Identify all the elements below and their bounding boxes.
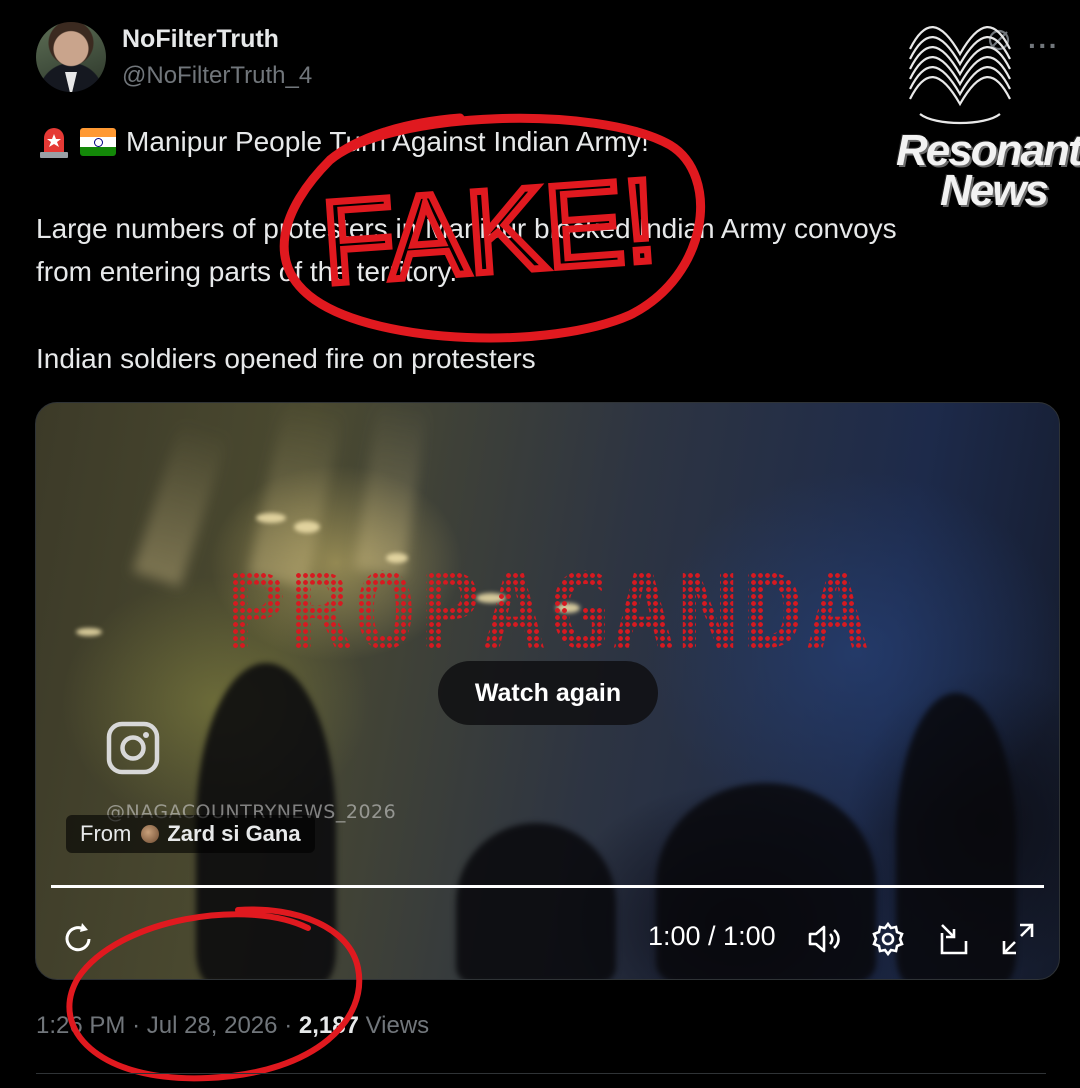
logo-word-news: News	[940, 166, 1049, 215]
flag-band-saffron	[80, 128, 116, 138]
stage-light	[256, 513, 286, 523]
flag-band-white	[80, 137, 116, 148]
fullscreen-icon[interactable]	[998, 919, 1038, 959]
flag-band-green	[80, 146, 116, 156]
source-name[interactable]: Zard si Gana	[167, 821, 300, 847]
ashoka-chakra	[94, 138, 103, 148]
video-progress-bar[interactable]	[51, 885, 1044, 888]
fake-stamp-overlay: FAKE!	[279, 113, 705, 343]
author-handle[interactable]: @NoFilterTruth_4	[122, 62, 312, 90]
watch-again-button[interactable]: Watch again	[438, 661, 658, 725]
video-player[interactable]: PROPAGANDA Watch again @NAGACOUNTRYNEWS_…	[35, 402, 1060, 980]
settings-gear-icon[interactable]	[868, 919, 908, 959]
logo-emblem	[909, 26, 1011, 125]
resonant-news-logo: Resonant News	[890, 14, 1080, 224]
red-circle-annotation	[66, 906, 363, 1082]
india-flag-emoji-icon	[80, 128, 116, 156]
from-label: From	[80, 821, 132, 846]
instagram-icon	[106, 721, 160, 775]
video-source-attribution[interactable]: From Zard si Gana	[66, 815, 315, 853]
light-beam	[354, 403, 428, 576]
volume-icon[interactable]	[804, 919, 844, 959]
author-avatar[interactable]	[36, 22, 106, 92]
source-avatar	[141, 825, 160, 843]
siren-emoji-icon	[40, 128, 68, 158]
avatar-shirt	[65, 72, 77, 92]
crowd-silhouette	[456, 823, 616, 979]
propaganda-watermark: PROPAGANDA	[36, 551, 1059, 673]
stage-light	[294, 521, 320, 533]
tweet-divider	[36, 1073, 1046, 1074]
video-time: 1:00 / 1:00	[648, 921, 776, 951]
picture-in-picture-icon[interactable]	[934, 919, 974, 959]
author-display-name[interactable]: NoFilterTruth	[122, 25, 279, 54]
fake-stamp-text: FAKE!	[318, 155, 661, 310]
